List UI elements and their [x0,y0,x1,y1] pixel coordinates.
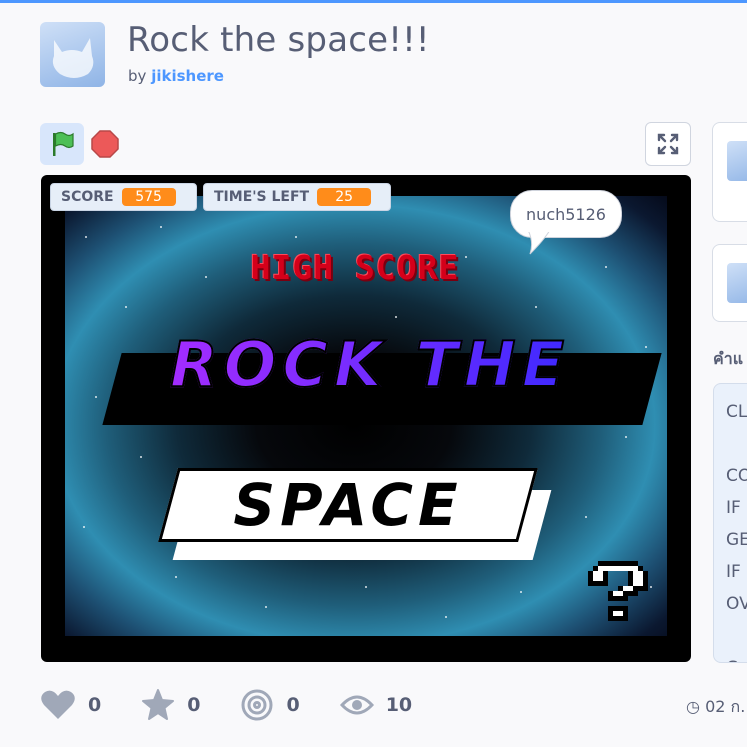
green-flag-button[interactable] [40,123,84,165]
top-accent-bar [0,0,747,3]
heart-icon [41,690,75,719]
love-stat[interactable]: 0 [40,689,101,721]
share-date-text: 02 ก. [705,697,746,716]
byline: by jikishere [128,67,224,85]
eye-icon [339,695,374,715]
instruction-line: GE [726,530,747,550]
space-title: SPACE [233,471,463,539]
instructions-panel[interactable]: CL CO IF GE IF OV C [713,383,747,663]
remix-count: 0 [286,694,300,716]
love-count: 0 [88,694,102,716]
instruction-line: IF [726,498,741,518]
speech-bubble-tail [527,230,551,255]
project-title: Rock the space!!! [127,20,430,60]
question-mark-icon[interactable] [588,560,648,622]
cat-icon [727,141,747,181]
instructions-heading: คำแ [713,349,743,368]
instruction-line: CL [726,402,747,422]
score-label: SCORE [61,189,114,205]
star-icon [142,689,175,720]
score-value: 575 [121,188,176,206]
author-avatar[interactable] [40,22,105,87]
favorite-count: 0 [187,694,201,716]
view-stat: 10 [339,693,413,717]
sidebar-card-1[interactable] [712,122,747,222]
stop-button[interactable] [90,129,120,159]
clock-icon: ◷ [686,697,700,716]
green-flag-icon [53,131,74,156]
remix-stat: 0 [240,688,300,722]
time-left-value: 25 [317,188,372,206]
stop-icon [91,130,119,158]
instruction-line: OV [726,594,747,614]
score-monitor: SCORE 575 [50,183,197,211]
time-left-label: TIME'S LEFT [214,189,310,205]
cat-icon [52,38,94,78]
fullscreen-button[interactable] [645,122,691,166]
project-stats: 0 0 0 10 [40,688,452,722]
sidebar-card-2[interactable] [712,244,747,322]
instruction-line: C [726,658,738,662]
fullscreen-icon [657,133,679,155]
instruction-line: CO [726,466,747,486]
cat-icon [727,263,747,303]
favorite-stat[interactable]: 0 [141,689,200,721]
view-count: 10 [385,694,413,716]
share-date: ◷ 02 ก. [686,695,745,720]
by-label: by [128,67,147,85]
instruction-line: IF [726,562,741,582]
remix-icon [241,689,273,721]
time-left-monitor: TIME'S LEFT 25 [203,183,391,211]
rock-the-title: ROCK THE [90,327,650,402]
high-score-title: HIGH SCORE [250,248,460,287]
author-link[interactable]: jikishere [151,67,224,85]
